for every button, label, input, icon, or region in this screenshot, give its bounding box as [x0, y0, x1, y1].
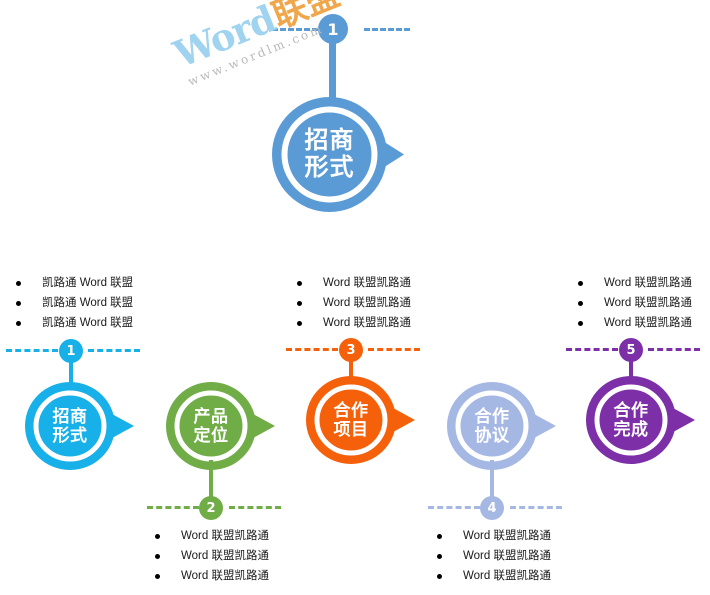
list-item: Word 联盟凯路通	[578, 277, 692, 290]
bullet-dot-icon	[297, 321, 302, 327]
bullet-dot-icon	[16, 301, 21, 307]
list-item: Word 联盟凯路通	[437, 530, 551, 543]
bullet-dot-icon	[578, 301, 583, 307]
bullet-list-step-3: Word 联盟凯路通 Word 联盟凯路通 Word 联盟凯路通	[297, 277, 411, 338]
list-item-label: Word 联盟凯路通	[604, 297, 692, 309]
hero-rail-dash-right	[364, 28, 410, 31]
list-item-label: 凯路通 Word 联盟	[42, 297, 134, 309]
step-pin-shape-5	[586, 376, 695, 464]
step-pin-shape-4	[447, 382, 556, 470]
list-item: 凯路通 Word 联盟	[16, 297, 134, 310]
hero-number-bubble: 1	[318, 14, 348, 44]
bullet-list-step-4: Word 联盟凯路通 Word 联盟凯路通 Word 联盟凯路通	[437, 530, 551, 591]
step-pin-marker-2[interactable]: 产品 定位	[163, 382, 277, 470]
step-pin-shape-2	[166, 382, 275, 470]
step-number-label-5: 5	[626, 342, 636, 358]
bullet-list-step-5: Word 联盟凯路通 Word 联盟凯路通 Word 联盟凯路通	[578, 277, 692, 338]
hero-number-label: 1	[327, 19, 339, 39]
list-item-label: Word 联盟凯路通	[181, 550, 269, 562]
step-number-bubble-3: 3	[339, 338, 363, 362]
list-item-label: 凯路通 Word 联盟	[42, 277, 134, 289]
bullet-list-step-1: 凯路通 Word 联盟 凯路通 Word 联盟 凯路通 Word 联盟	[16, 277, 134, 338]
list-item: Word 联盟凯路通	[297, 317, 411, 330]
step-number-label-4: 4	[487, 500, 497, 516]
list-item-label: Word 联盟凯路通	[181, 530, 269, 542]
bullet-dot-icon	[578, 281, 583, 287]
step-rail-3-dash-right	[368, 348, 420, 351]
bullet-dot-icon	[437, 534, 442, 540]
hero-rail-dash-left	[272, 28, 318, 31]
step-number-label-2: 2	[206, 500, 216, 516]
step-rail-3-dash-left	[286, 348, 338, 351]
bullet-dot-icon	[16, 281, 21, 287]
bullet-dot-icon	[297, 301, 302, 307]
step-number-label-3: 3	[346, 342, 356, 358]
bullet-dot-icon	[578, 321, 583, 327]
list-item-label: Word 联盟凯路通	[463, 570, 551, 582]
watermark-row: Word 联盟	[167, 0, 387, 77]
list-item-label: Word 联盟凯路通	[323, 297, 411, 309]
list-item-label: Word 联盟凯路通	[323, 317, 411, 329]
list-item: Word 联盟凯路通	[155, 550, 269, 563]
list-item: Word 联盟凯路通	[155, 570, 269, 583]
step-rail-1-dash-right	[88, 349, 140, 352]
step-number-bubble-2: 2	[199, 496, 223, 520]
watermark-url: www.wordlm.com	[185, 21, 326, 89]
list-item: Word 联盟凯路通	[297, 277, 411, 290]
bullet-list-step-2: Word 联盟凯路通 Word 联盟凯路通 Word 联盟凯路通	[155, 530, 269, 591]
list-item-label: Word 联盟凯路通	[604, 317, 692, 329]
step-rail-4-dash-right	[510, 506, 562, 509]
list-item: Word 联盟凯路通	[578, 297, 692, 310]
list-item: Word 联盟凯路通	[437, 570, 551, 583]
bullet-dot-icon	[16, 321, 21, 327]
step-rail-5-dash-left	[566, 348, 618, 351]
list-item-label: Word 联盟凯路通	[463, 530, 551, 542]
step-rail-1-dash-left	[6, 349, 58, 352]
bullet-dot-icon	[155, 534, 160, 540]
list-item-label: Word 联盟凯路通	[323, 277, 411, 289]
list-item-label: Word 联盟凯路通	[181, 570, 269, 582]
bullet-dot-icon	[155, 554, 160, 560]
step-rail-2-dash-left	[147, 506, 199, 509]
step-pin-shape-1	[25, 382, 134, 470]
step-number-bubble-4: 4	[480, 496, 504, 520]
bullet-dot-icon	[437, 554, 442, 560]
list-item: Word 联盟凯路通	[155, 530, 269, 543]
step-pin-marker-1[interactable]: 招商 形式	[22, 382, 136, 470]
step-number-bubble-1: 1	[59, 339, 83, 363]
step-pin-shape-3	[306, 376, 415, 464]
bullet-dot-icon	[155, 574, 160, 580]
step-rail-2-dash-right	[229, 506, 281, 509]
hero-pin-marker[interactable]: 招商 形式	[272, 97, 407, 212]
list-item-label: Word 联盟凯路通	[604, 277, 692, 289]
list-item-label: 凯路通 Word 联盟	[42, 317, 134, 329]
step-pin-marker-5[interactable]: 合作 完成	[583, 376, 697, 464]
list-item: Word 联盟凯路通	[437, 550, 551, 563]
step-number-label-1: 1	[66, 343, 76, 359]
step-pin-marker-4[interactable]: 合作 协议	[444, 382, 558, 470]
bullet-dot-icon	[437, 574, 442, 580]
list-item: Word 联盟凯路通	[297, 297, 411, 310]
list-item-label: Word 联盟凯路通	[463, 550, 551, 562]
list-item: 凯路通 Word 联盟	[16, 317, 134, 330]
list-item: 凯路通 Word 联盟	[16, 277, 134, 290]
step-rail-5-dash-right	[648, 348, 700, 351]
bullet-dot-icon	[297, 281, 302, 287]
step-number-bubble-5: 5	[619, 338, 643, 362]
list-item: Word 联盟凯路通	[578, 317, 692, 330]
step-rail-4-dash-left	[428, 506, 480, 509]
watermark-word: Word	[167, 0, 282, 77]
step-pin-marker-3[interactable]: 合作 项目	[303, 376, 417, 464]
